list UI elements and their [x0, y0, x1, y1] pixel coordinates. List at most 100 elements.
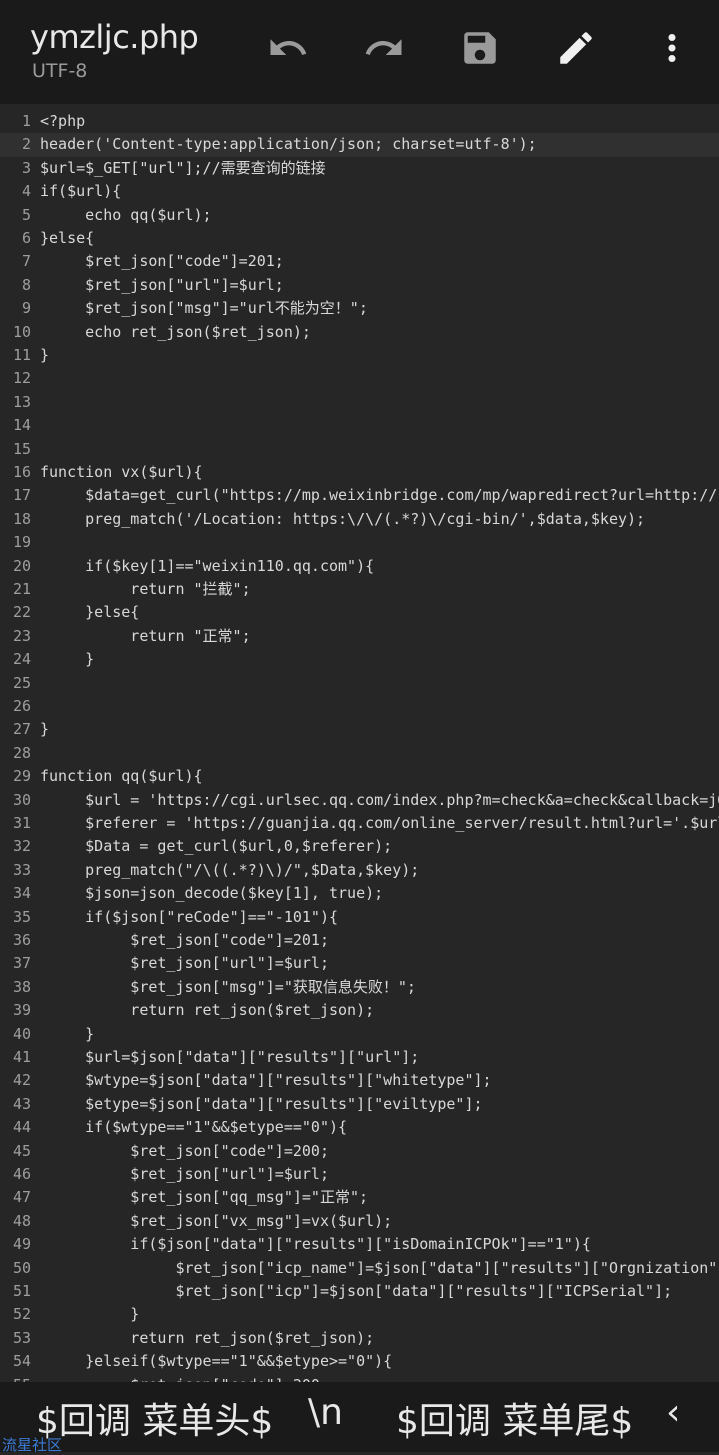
code-text: $ret_json["url"]=$url;: [40, 275, 284, 294]
code-line[interactable]: 29 function qq($url){: [0, 765, 719, 788]
callback-menu-head-button[interactable]: $回调 菜单头$: [36, 1392, 273, 1444]
code-line[interactable]: 48 $ret_json["vx_msg"]=vx($url);: [0, 1210, 719, 1233]
code-line[interactable]: 41 $url=$json["data"]["results"]["url"];: [0, 1046, 719, 1069]
code-line[interactable]: 28: [0, 742, 719, 765]
code-line[interactable]: 43 $etype=$json["data"]["results"]["evil…: [0, 1093, 719, 1116]
code-line[interactable]: 13: [0, 391, 719, 414]
code-text: }: [40, 720, 50, 739]
code-line[interactable]: 1 <?php: [0, 110, 719, 133]
code-line[interactable]: 35 if($json["reCode"]=="-101"){: [0, 906, 719, 929]
code-text: $data=get_curl("https://mp.weixinbridge.…: [85, 486, 719, 505]
line-number: 22: [12, 603, 31, 622]
code-text: }: [40, 346, 50, 364]
code-text: preg_match('/Location: https:\/\/(.*?)\/…: [40, 509, 646, 528]
code-editor[interactable]: 1 <?php 2 header('Content-type:application/…: [0, 104, 719, 1382]
code-line[interactable]: 55 $ret_json["code"]=200;: [0, 1374, 719, 1382]
code-line[interactable]: 14: [0, 414, 719, 437]
code-line[interactable]: 18 preg_match('/Location: https:\/\/(.*?…: [0, 508, 719, 531]
code-text: $ret_json["code"]=200;: [40, 1374, 329, 1382]
line-number: 38: [12, 977, 31, 996]
toolbar: ymzljc.php UTF-8: [0, 0, 719, 104]
undo-button[interactable]: [262, 22, 314, 74]
code-text: $url=$json["data"]["results"]["url"];: [40, 1048, 420, 1066]
line-number: 48: [12, 1211, 31, 1230]
code-line[interactable]: 27}: [0, 718, 719, 741]
code-line[interactable]: 9 $ret_json["msg"]="url不能为空！";: [0, 297, 719, 320]
code-line[interactable]: 50 $ret_json["icp_name"]=$json["data"]["…: [0, 1257, 719, 1280]
code-line[interactable]: 49 if($json["data"]["results"]["isDomain…: [0, 1233, 719, 1256]
chevron-left-icon[interactable]: ‹: [666, 1392, 680, 1433]
code-line[interactable]: 24 }: [0, 648, 719, 671]
line-number: 44: [12, 1118, 31, 1137]
code-line[interactable]: 25: [0, 672, 719, 695]
line-number: 14: [12, 416, 31, 435]
code-text: $ret_json["icp_name"]=$json["data"]["res…: [40, 1258, 719, 1277]
line-number: 49: [12, 1235, 31, 1254]
code-line[interactable]: 23 return "正常";: [0, 625, 719, 648]
code-line[interactable]: 37 $ret_json["url"]=$url;: [0, 952, 719, 975]
code-line[interactable]: 26: [0, 695, 719, 718]
code-line[interactable]: 39 return ret_json($ret_json);: [0, 999, 719, 1022]
code-line[interactable]: 7 $ret_json["code"]=201;: [0, 250, 719, 273]
code-line[interactable]: 46 $ret_json["url"]=$url;: [0, 1163, 719, 1186]
line-number: 37: [12, 954, 31, 973]
code-line[interactable]: 30 $url = 'https://cgi.urlsec.qq.com/ind…: [0, 789, 719, 812]
code-text: $wtype=$json["data"]["results"]["whitety…: [40, 1071, 492, 1090]
code-line[interactable]: 2 header('Content-type:application/json; …: [0, 133, 719, 157]
code-text: $ret_json["code"]=200;: [40, 1141, 329, 1160]
code-line[interactable]: 33 preg_match("/\((.*?)\)/",$Data,$key);: [0, 859, 719, 882]
code-line[interactable]: 54 }elseif($wtype=="1"&&$etype>="0"){: [0, 1350, 719, 1373]
code-line[interactable]: 53 return ret_json($ret_json);: [0, 1327, 719, 1350]
code-line[interactable]: 52 }: [0, 1303, 719, 1326]
code-line[interactable]: 44 if($wtype=="1"&&$etype=="0"){: [0, 1116, 719, 1139]
code-text: echo ret_json($ret_json);: [40, 322, 311, 341]
callback-menu-tail-button[interactable]: $回调 菜单尾$: [396, 1392, 633, 1444]
code-line[interactable]: 8 $ret_json["url"]=$url;: [0, 274, 719, 297]
code-line[interactable]: 12: [0, 367, 719, 390]
code-line[interactable]: 22 }else{: [0, 601, 719, 624]
code-line[interactable]: 21 return "拦截";: [0, 578, 719, 601]
code-line[interactable]: 4 if($url){: [0, 180, 719, 203]
line-number: 50: [12, 1258, 31, 1277]
code-text: $ret_json["url"]=$url;: [40, 954, 329, 973]
line-number: 45: [12, 1141, 31, 1160]
newline-button[interactable]: \n: [308, 1392, 343, 1433]
code-line[interactable]: 31 $referer = 'https://guanjia.qq.com/on…: [0, 812, 719, 835]
save-button[interactable]: [454, 22, 506, 74]
redo-button[interactable]: [358, 22, 410, 74]
code-line[interactable]: 3 $url=$_GET["url"];//需要查询的链接: [0, 157, 719, 180]
code-line[interactable]: 19: [0, 531, 719, 554]
edit-icon: [560, 32, 592, 64]
code-line[interactable]: 15: [0, 438, 719, 461]
file-name: ymzljc.php: [30, 18, 199, 56]
code-line[interactable]: 6}else{: [0, 227, 719, 250]
code-text: }: [40, 1024, 95, 1043]
code-line[interactable]: 34 $json=json_decode($key[1], true);: [0, 882, 719, 905]
code-line[interactable]: 36 $ret_json["code"]=201;: [0, 929, 719, 952]
code-line[interactable]: 11}: [0, 344, 719, 367]
code-line[interactable]: 32 $Data = get_curl($url,0,$referer);: [0, 835, 719, 858]
line-number: 34: [12, 884, 31, 903]
code-line[interactable]: 45 $ret_json["code"]=200;: [0, 1140, 719, 1163]
code-text: $url=$_GET["url"];//需要查询的链接: [40, 158, 326, 177]
code-line[interactable]: 40 }: [0, 1023, 719, 1046]
code-line[interactable]: 38 $ret_json["msg"]="获取信息失败！";: [0, 976, 719, 999]
edit-button[interactable]: [550, 22, 602, 74]
line-number: 35: [12, 907, 31, 926]
line-number: 13: [12, 392, 31, 411]
line-number: 26: [12, 697, 31, 715]
line-number: 18: [12, 509, 31, 528]
code-line[interactable]: 47 $ret_json["qq_msg"]="正常";: [0, 1186, 719, 1209]
line-number: 7: [21, 252, 31, 271]
code-line[interactable]: 10 echo ret_json($ret_json);: [0, 321, 719, 344]
code-line[interactable]: 42 $wtype=$json["data"]["results"]["whit…: [0, 1069, 719, 1092]
code-line[interactable]: 16 function vx($url){: [0, 461, 719, 484]
line-number: 24: [12, 650, 31, 669]
line-number: 40: [12, 1024, 31, 1043]
code-line[interactable]: 51 $ret_json["icp"]=$json["data"]["resul…: [0, 1280, 719, 1303]
code-line[interactable]: 17 $data=get_curl("https://mp.weixinbrid…: [0, 484, 719, 507]
code-text: if($wtype=="1"&&$etype=="0"){: [40, 1118, 348, 1137]
more-options-button[interactable]: [646, 22, 698, 74]
code-line[interactable]: 5 echo qq($url);: [0, 204, 719, 227]
code-line[interactable]: 20 if($key[1]=="weixin110.qq.com"){: [0, 555, 719, 578]
